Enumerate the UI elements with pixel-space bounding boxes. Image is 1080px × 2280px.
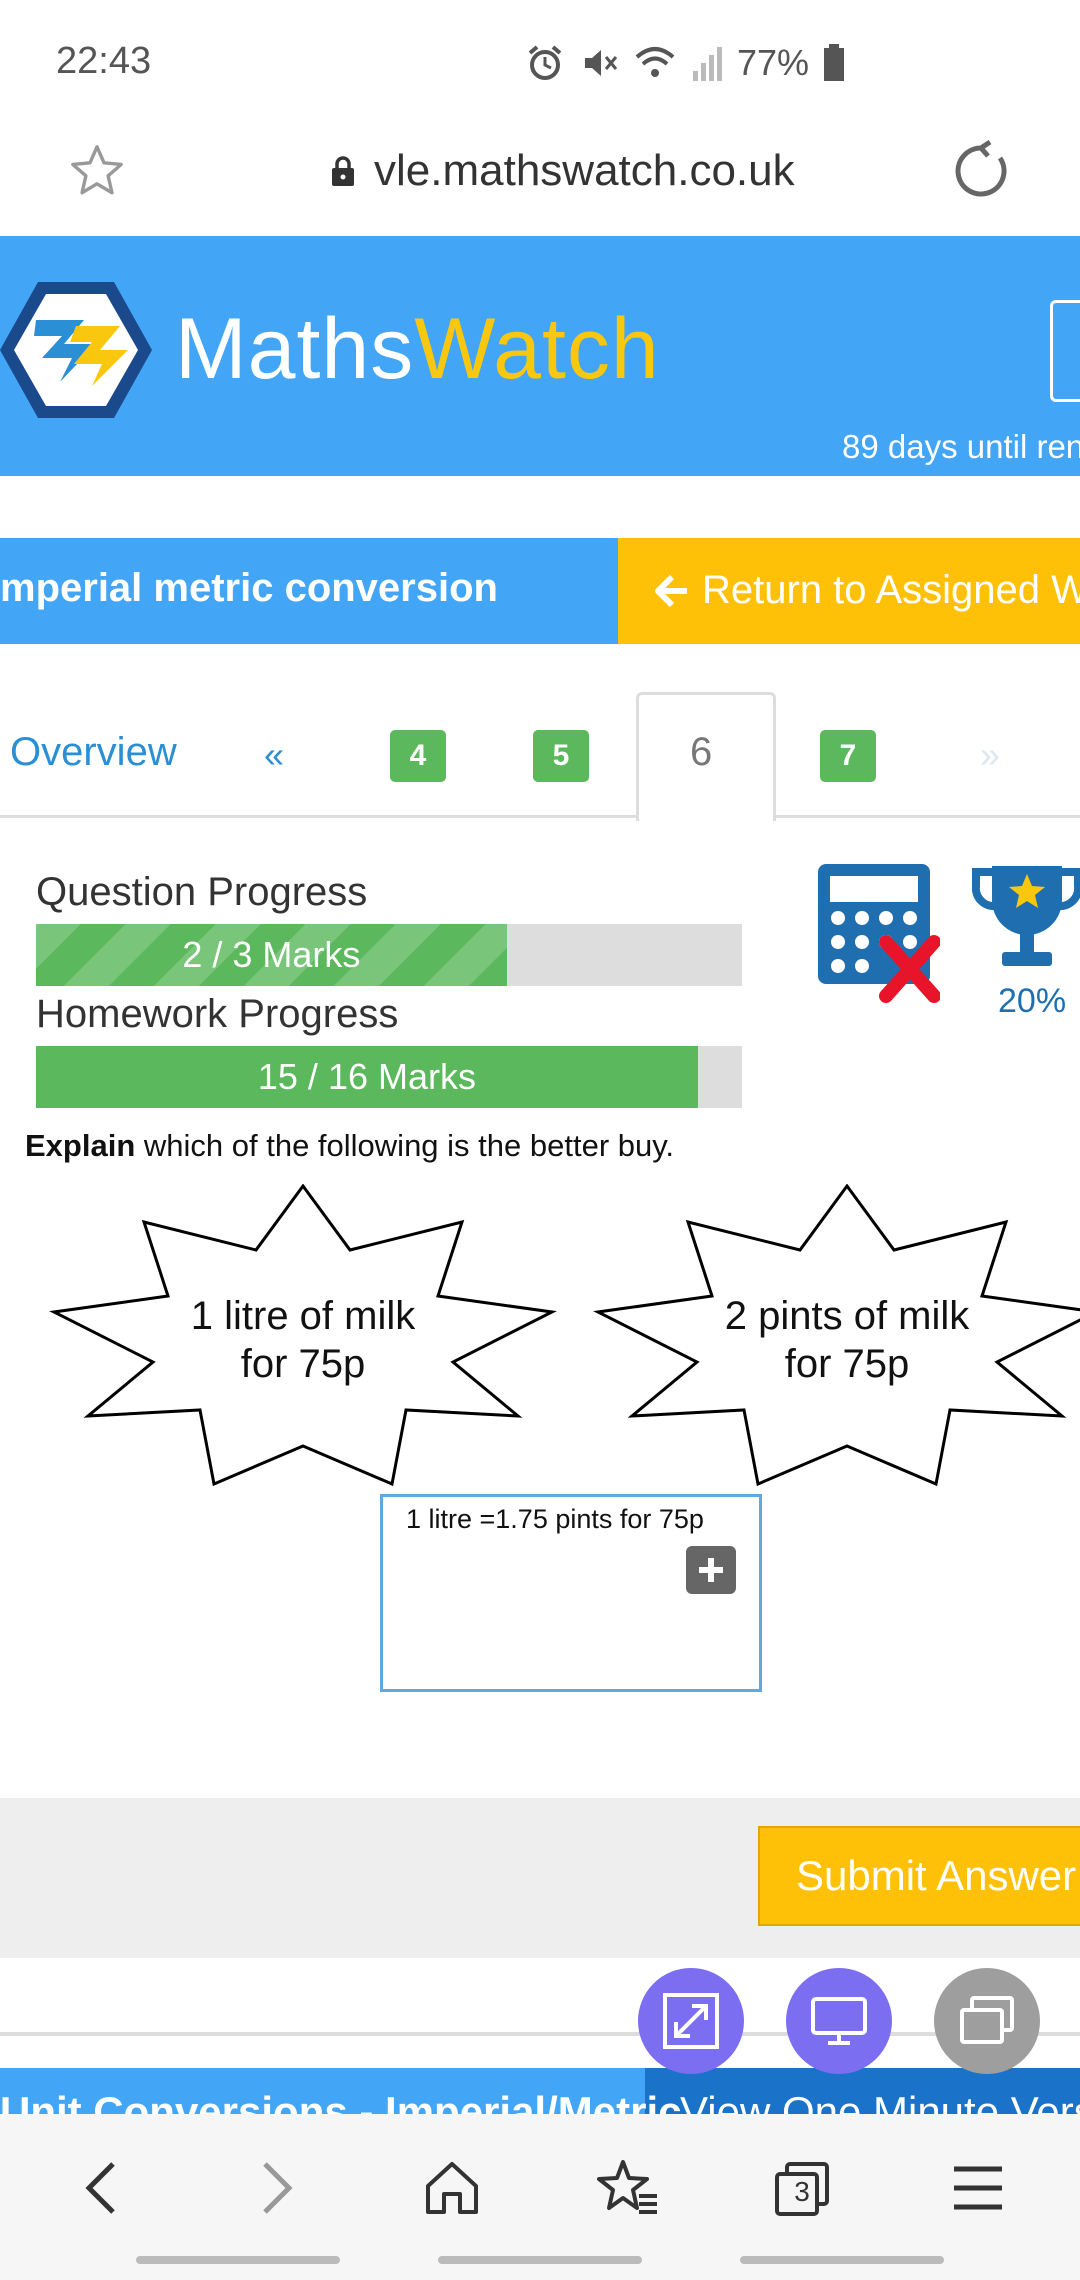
section-divider	[0, 2032, 1080, 2036]
tab-question-4[interactable]: 4	[390, 730, 446, 782]
days-remaining-text: 89 days until ren	[842, 428, 1080, 465]
answer-text: 1 litre =1.75 pints for 75p	[406, 1504, 704, 1534]
homework-progress-fill: 15 / 16 Marks	[36, 1046, 698, 1108]
forward-icon[interactable]	[236, 2148, 316, 2228]
header-menu-box[interactable]	[1050, 300, 1080, 402]
homework-progress-bar: 15 / 16 Marks	[36, 1046, 742, 1108]
trophy-percent: 20%	[998, 982, 1067, 1020]
return-to-assigned-label[interactable]: Return to Assigned W	[654, 568, 1080, 613]
arrow-left-icon	[655, 574, 687, 607]
address-bar[interactable]: vle.mathswatch.co.uk	[330, 146, 795, 196]
windows-icon	[960, 1996, 1014, 2044]
tab-divider	[0, 815, 1080, 818]
expand-icon	[663, 1993, 719, 2049]
windows-button[interactable]	[934, 1968, 1040, 2074]
tab-question-6-label: 6	[690, 730, 713, 774]
tab-overview[interactable]: Overview	[10, 730, 177, 775]
brand-name: MathsWatch	[175, 301, 660, 397]
mute-icon	[585, 50, 618, 76]
gesture-handle-left	[136, 2256, 340, 2264]
status-time: 22:43	[56, 40, 152, 82]
signal-icon	[693, 47, 722, 81]
bookmarks-icon[interactable]	[588, 2148, 668, 2228]
lock-icon	[332, 156, 354, 186]
desktop-view-button[interactable]	[786, 1968, 892, 2074]
gesture-handle-center	[438, 2256, 642, 2264]
status-icons: 77%	[525, 42, 845, 84]
refresh-icon[interactable]	[950, 139, 1012, 207]
battery-percent: 77%	[737, 42, 810, 83]
battery-icon	[824, 44, 845, 81]
tab-question-7[interactable]: 7	[820, 730, 876, 782]
homework-progress-label: Homework Progress	[36, 992, 399, 1036]
tab-question-5[interactable]: 5	[533, 730, 589, 782]
option-1-text: 1 litre of milk for 75p	[190, 1294, 416, 1386]
trophy-icon	[971, 860, 1080, 977]
bookmark-star-icon[interactable]	[68, 142, 126, 205]
submit-answer-label[interactable]: Submit Answer	[796, 1852, 1076, 1900]
plus-icon	[699, 1558, 723, 1582]
option-2-text: 2 pints of milk for 75p	[724, 1294, 970, 1386]
monitor-icon	[811, 1997, 867, 2045]
tab-prev[interactable]: «	[264, 734, 284, 776]
home-icon[interactable]	[412, 2148, 492, 2228]
question-progress-label: Question Progress	[36, 870, 368, 914]
question-progress-fill: 2 / 3 Marks	[36, 924, 507, 986]
fullscreen-button[interactable]	[638, 1968, 744, 2074]
wifi-icon	[635, 47, 675, 77]
tab-next[interactable]: »	[980, 734, 1000, 776]
spacer	[0, 476, 1080, 538]
tab-count: 3	[794, 2176, 810, 2207]
back-icon[interactable]	[62, 2148, 142, 2228]
gesture-handle-right	[740, 2256, 944, 2264]
calculator-not-allowed-icon	[816, 862, 941, 1009]
alarm-icon	[528, 45, 562, 80]
menu-icon[interactable]	[938, 2148, 1018, 2228]
homework-title: mperial metric conversion	[0, 566, 498, 610]
question-progress-bar: 2 / 3 Marks	[36, 924, 742, 986]
mathswatch-logo-icon[interactable]	[0, 280, 152, 425]
question-text: Explain which of the following is the be…	[25, 1128, 675, 1163]
url-text: vle.mathswatch.co.uk	[374, 146, 795, 195]
add-answer-button[interactable]	[686, 1546, 736, 1594]
